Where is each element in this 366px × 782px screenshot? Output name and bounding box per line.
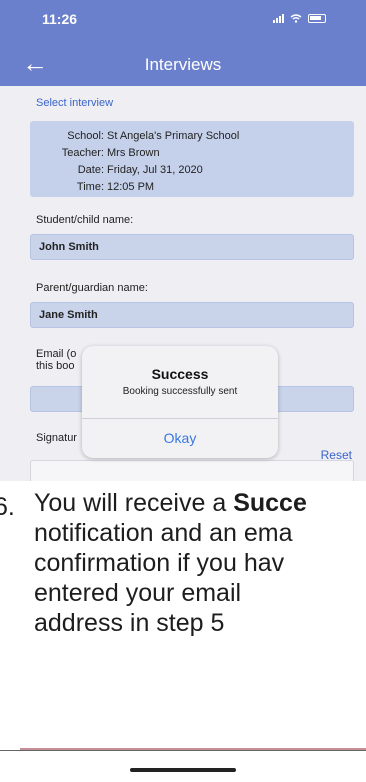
student-name-label: Student/child name: [36,214,134,226]
okay-button[interactable]: Okay [82,418,278,458]
parent-name-label: Parent/guardian name: [36,282,148,294]
alert-title: Success [151,366,209,382]
phone-screenshot: 11:26 ← Interviews Select interview Scho… [0,0,366,481]
instruction-line-5: address in step 5 [34,609,225,637]
parent-name-field[interactable]: Jane Smith [30,302,354,328]
signature-pad[interactable] [30,460,354,481]
parent-name-value: Jane Smith [39,309,98,321]
date-value: Friday, Jul 31, 2020 [107,164,203,176]
status-bar: 11:26 [0,0,366,42]
alert-message: Booking successfully sent [122,386,238,397]
nav-title: Interviews [144,55,222,74]
status-icons [273,14,326,23]
nav-bar: ← Interviews [0,42,366,86]
instruction-line-1: You will receive a Succe [34,488,366,518]
date-label: Date: [77,164,104,176]
school-value: St Angela's Primary School [107,130,240,142]
wifi-icon [290,14,302,23]
step-number: 6. [0,493,15,521]
time-value: 12:05 PM [107,181,155,193]
select-interview-link[interactable]: Select interview [36,97,113,109]
instruction-line-1-bold: Succe [233,489,307,517]
signature-label: Signatur [36,432,77,444]
home-indicator [130,768,236,772]
email-label-line2: this boo [36,360,75,372]
school-label: School: [67,130,104,142]
teacher-value: Mrs Brown [107,147,160,159]
instruction-line-2: notification and an ema [34,519,293,547]
interview-details: School: St Angela's Primary School Teache… [30,121,354,197]
success-alert: Success Booking successfully sent Okay [82,346,278,458]
teacher-row: Teacher: Mrs Brown [28,147,160,159]
battery-icon [308,14,326,23]
instruction-line-4: entered your email [34,579,242,607]
time-row: Time: 12:05 PM [28,181,154,193]
signal-icon [273,14,284,23]
student-name-field[interactable]: John Smith [30,234,354,260]
instruction-line-3: confirmation if you hav [34,549,285,577]
date-row: Date: Friday, Jul 31, 2020 [28,164,203,176]
time-label: Time: [76,181,104,193]
teacher-label: Teacher: [61,147,104,159]
status-time: 11:26 [42,11,78,27]
school-row: School: St Angela's Primary School [28,130,239,142]
student-name-value: John Smith [39,241,99,253]
instruction-text: You will receive a Succe notification an… [34,488,366,638]
email-label-line1: Email (o [36,348,77,360]
bottom-rule-dark [0,750,366,751]
reset-link[interactable]: Reset [321,448,352,462]
instruction-line-1-prefix: You will receive a [34,489,234,517]
